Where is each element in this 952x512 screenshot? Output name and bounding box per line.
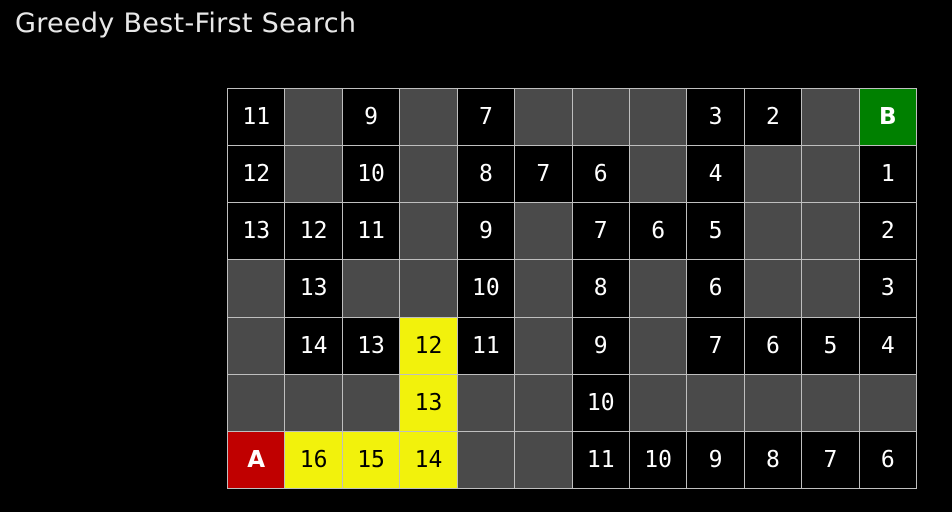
open-cell: 6 (572, 146, 630, 204)
open-cell: 5 (802, 317, 860, 375)
wall-cell (744, 203, 803, 261)
wall-cell (515, 260, 573, 318)
open-cell: 6 (859, 431, 917, 489)
open-cell: 9 (687, 431, 745, 489)
wall-cell (515, 374, 573, 432)
open-cell: 9 (457, 203, 516, 261)
wall-cell (629, 260, 688, 318)
wall-cell (400, 89, 458, 147)
wall-cell (457, 374, 516, 432)
open-cell: 13 (342, 317, 401, 375)
wall-cell (342, 260, 401, 318)
open-cell: 10 (629, 431, 688, 489)
wall-cell (629, 317, 688, 375)
open-cell: 11 (228, 89, 286, 147)
open-cell: 8 (572, 260, 630, 318)
path-cell: 16 (285, 431, 343, 489)
open-cell: 3 (687, 89, 745, 147)
path-cell: 12 (400, 317, 458, 375)
open-cell: 6 (744, 317, 803, 375)
wall-cell (802, 146, 860, 204)
wall-cell (687, 374, 745, 432)
wall-cell (285, 146, 343, 204)
path-cell: 15 (342, 431, 401, 489)
open-cell: 14 (285, 317, 343, 375)
open-cell: 8 (457, 146, 516, 204)
wall-cell (400, 146, 458, 204)
slide: Greedy Best-First Search 11 9 7 3 2 B 12 10 8 7 6 4… (0, 0, 952, 512)
wall-cell (457, 431, 516, 489)
wall-cell (228, 317, 286, 375)
wall-cell (400, 203, 458, 261)
open-cell: 12 (285, 203, 343, 261)
open-cell: 2 (744, 89, 803, 147)
wall-cell (228, 374, 286, 432)
wall-cell (744, 146, 803, 204)
path-cell: 13 (400, 374, 458, 432)
wall-cell (342, 374, 401, 432)
open-cell: 10 (457, 260, 516, 318)
open-cell: 13 (285, 260, 343, 318)
wall-cell (400, 260, 458, 318)
open-cell: 11 (572, 431, 630, 489)
open-cell: 11 (457, 317, 516, 375)
open-cell: 7 (687, 317, 745, 375)
maze-grid: 11 9 7 3 2 B 12 10 8 7 6 4 1 13 12 11 9 7 6 5 2 13 10 8 6 3 14 13 12… (227, 88, 917, 489)
slide-title: Greedy Best-First Search (15, 8, 357, 39)
wall-cell (859, 374, 917, 432)
open-cell: 7 (515, 146, 573, 204)
open-cell: 4 (687, 146, 745, 204)
open-cell: 10 (572, 374, 630, 432)
open-cell: 11 (342, 203, 401, 261)
open-cell: 2 (859, 203, 917, 261)
goal-cell: B (859, 89, 917, 147)
wall-cell (802, 203, 860, 261)
wall-cell (802, 89, 860, 147)
open-cell: 10 (342, 146, 401, 204)
wall-cell (515, 317, 573, 375)
wall-cell (744, 374, 803, 432)
wall-cell (228, 260, 286, 318)
open-cell: 7 (802, 431, 860, 489)
open-cell: 3 (859, 260, 917, 318)
open-cell: 9 (572, 317, 630, 375)
wall-cell (572, 89, 630, 147)
wall-cell (285, 89, 343, 147)
wall-cell (629, 89, 688, 147)
open-cell: 4 (859, 317, 917, 375)
wall-cell (515, 203, 573, 261)
open-cell: 6 (629, 203, 688, 261)
wall-cell (802, 374, 860, 432)
wall-cell (629, 146, 688, 204)
open-cell: 5 (687, 203, 745, 261)
open-cell: 9 (342, 89, 401, 147)
open-cell: 12 (228, 146, 286, 204)
wall-cell (515, 431, 573, 489)
start-cell: A (228, 431, 286, 489)
open-cell: 13 (228, 203, 286, 261)
wall-cell (285, 374, 343, 432)
wall-cell (515, 89, 573, 147)
open-cell: 7 (457, 89, 516, 147)
open-cell: 6 (687, 260, 745, 318)
path-cell: 14 (400, 431, 458, 489)
open-cell: 8 (744, 431, 803, 489)
open-cell: 1 (859, 146, 917, 204)
wall-cell (629, 374, 688, 432)
wall-cell (744, 260, 803, 318)
wall-cell (802, 260, 860, 318)
open-cell: 7 (572, 203, 630, 261)
